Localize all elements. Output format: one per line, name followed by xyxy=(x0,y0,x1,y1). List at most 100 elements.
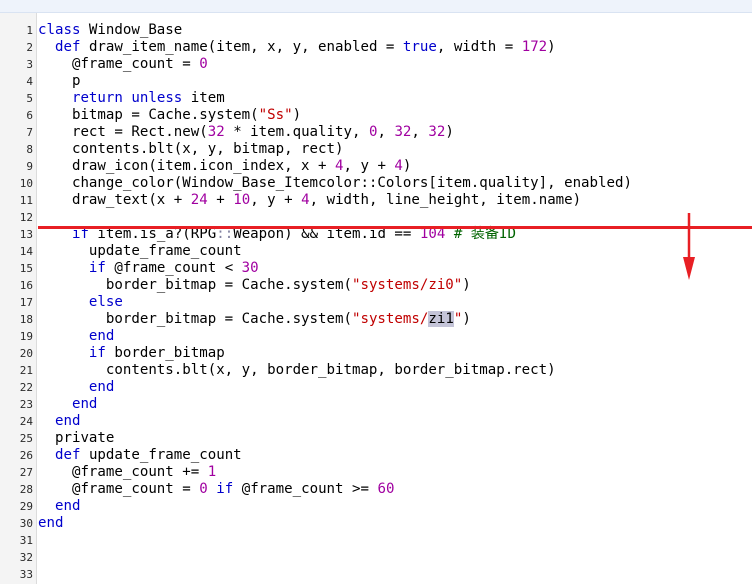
code-line[interactable]: 33 xyxy=(0,566,752,583)
code-text[interactable]: def update_frame_count xyxy=(38,447,242,464)
code-text[interactable]: end xyxy=(38,328,114,345)
code-line[interactable]: 6 bitmap = Cache.system("Ss") xyxy=(0,107,752,124)
code-text[interactable]: p xyxy=(38,73,81,90)
line-number: 28 xyxy=(19,483,33,496)
code-line[interactable]: 21 contents.blt(x, y, border_bitmap, bor… xyxy=(0,362,752,379)
line-number: 31 xyxy=(19,534,33,547)
code-token: 4 xyxy=(335,158,344,174)
code-line[interactable]: 32 xyxy=(0,549,752,566)
code-text[interactable]: draw_text(x + 24 + 10, y + 4, width, lin… xyxy=(38,192,581,209)
code-text[interactable]: if @frame_count < 30 xyxy=(38,260,259,277)
code-token: if xyxy=(216,481,234,497)
code-line[interactable]: 11 draw_text(x + 24 + 10, y + 4, width, … xyxy=(0,192,752,209)
line-number: 15 xyxy=(19,262,33,275)
code-token: ) xyxy=(292,107,302,123)
code-line[interactable]: 15 if @frame_count < 30 xyxy=(0,260,752,277)
code-line[interactable]: 9 draw_icon(item.icon_index, x + 4, y + … xyxy=(0,158,752,175)
code-text[interactable]: bitmap = Cache.system("Ss") xyxy=(38,107,301,124)
code-token: 32 xyxy=(394,124,412,140)
code-line[interactable]: 31 xyxy=(0,532,752,549)
line-number: 5 xyxy=(26,92,33,105)
code-text[interactable]: change_color(Window_Base_Itemcolor::Colo… xyxy=(38,175,632,192)
code-line[interactable]: 22 end xyxy=(0,379,752,396)
code-line[interactable]: 5 return unless item xyxy=(0,90,752,107)
line-number: 25 xyxy=(19,432,33,445)
code-line[interactable]: 18 border_bitmap = Cache.system("systems… xyxy=(0,311,752,328)
line-number: 3 xyxy=(26,58,33,71)
code-line[interactable]: 19 end xyxy=(0,328,752,345)
code-token: def xyxy=(54,39,81,55)
code-text[interactable]: @frame_count = 0 xyxy=(38,56,208,73)
code-line[interactable]: 26 def update_frame_count xyxy=(0,447,752,464)
code-line[interactable]: 1 class Window_Base xyxy=(0,22,752,39)
code-line[interactable]: 10 change_color(Window_Base_Itemcolor::C… xyxy=(0,175,752,192)
code-text[interactable]: return unless item xyxy=(38,90,225,107)
line-number: 13 xyxy=(19,228,33,241)
line-number: 23 xyxy=(19,398,33,411)
code-text[interactable]: end xyxy=(38,379,114,396)
code-token: update_frame_count xyxy=(88,243,242,259)
code-token: rect = Rect.new( xyxy=(71,124,208,140)
code-text[interactable]: def draw_item_name(item, x, y, enabled =… xyxy=(38,39,556,56)
code-text[interactable]: contents.blt(x, y, bitmap, rect) xyxy=(38,141,344,158)
code-line[interactable]: 7 rect = Rect.new(32 * item.quality, 0, … xyxy=(0,124,752,141)
line-number: 6 xyxy=(26,109,33,122)
code-line[interactable]: 25 private xyxy=(0,430,752,447)
code-line[interactable]: 12 xyxy=(0,209,752,226)
code-text[interactable]: update_frame_count xyxy=(38,243,242,260)
code-text[interactable]: end xyxy=(38,515,63,532)
line-number: 19 xyxy=(19,330,33,343)
code-token: 32 xyxy=(428,124,446,140)
code-text[interactable]: @frame_count += 1 xyxy=(38,464,216,481)
code-text[interactable]: end xyxy=(38,498,80,515)
search-highlight: zi1 xyxy=(428,311,454,327)
code-line[interactable]: 4 p xyxy=(0,73,752,90)
code-line[interactable]: 17 else xyxy=(0,294,752,311)
code-text[interactable]: border_bitmap = Cache.system("systems/zi… xyxy=(38,277,471,294)
code-text[interactable]: rect = Rect.new(32 * item.quality, 0, 32… xyxy=(38,124,454,141)
code-line[interactable]: 29 end xyxy=(0,498,752,515)
code-line[interactable]: 24 end xyxy=(0,413,752,430)
code-line[interactable]: 23 end xyxy=(0,396,752,413)
code-line[interactable]: 28 @frame_count = 0 if @frame_count >= 6… xyxy=(0,481,752,498)
code-text[interactable]: end xyxy=(38,396,97,413)
code-text[interactable]: border_bitmap = Cache.system("systems/zi… xyxy=(38,311,471,328)
code-token: "Ss" xyxy=(258,107,293,123)
code-text[interactable]: if border_bitmap xyxy=(38,345,225,362)
code-token: 172 xyxy=(521,39,548,55)
code-token: true xyxy=(402,39,437,55)
code-line[interactable]: 2 def draw_item_name(item, x, y, enabled… xyxy=(0,39,752,56)
code-lines[interactable]: 1 class Window_Base 2 def draw_item_name(i… xyxy=(0,22,752,583)
code-token: @frame_count = xyxy=(71,481,200,497)
line-number: 16 xyxy=(19,279,33,292)
code-text[interactable]: private xyxy=(38,430,114,447)
code-line[interactable]: 14 update_frame_count xyxy=(0,243,752,260)
code-line[interactable]: 8 contents.blt(x, y, bitmap, rect) xyxy=(0,141,752,158)
code-text[interactable]: draw_icon(item.icon_index, x + 4, y + 4) xyxy=(38,158,411,175)
code-text[interactable]: end xyxy=(38,413,80,430)
code-text[interactable]: @frame_count = 0 if @frame_count >= 60 xyxy=(38,481,395,498)
code-editor[interactable]: 1 class Window_Base 2 def draw_item_name(i… xyxy=(0,13,752,584)
code-token: , xyxy=(411,124,429,140)
code-text[interactable]: else xyxy=(38,294,123,311)
line-number: 4 xyxy=(26,75,33,88)
code-text[interactable]: contents.blt(x, y, border_bitmap, border… xyxy=(38,362,556,379)
line-number: 24 xyxy=(19,415,33,428)
code-line[interactable]: 20 if border_bitmap xyxy=(0,345,752,362)
code-line[interactable]: 16 border_bitmap = Cache.system("systems… xyxy=(0,277,752,294)
code-line[interactable]: 30 end xyxy=(0,515,752,532)
code-text[interactable]: class Window_Base xyxy=(38,22,182,39)
code-token: end xyxy=(88,328,115,344)
line-number: 14 xyxy=(19,245,33,258)
line-number: 10 xyxy=(19,177,33,190)
code-token: ) xyxy=(462,277,471,293)
code-token: 4 xyxy=(301,192,310,208)
code-line[interactable]: 3 @frame_count = 0 xyxy=(0,56,752,73)
code-line[interactable]: 27 @frame_count += 1 xyxy=(0,464,752,481)
